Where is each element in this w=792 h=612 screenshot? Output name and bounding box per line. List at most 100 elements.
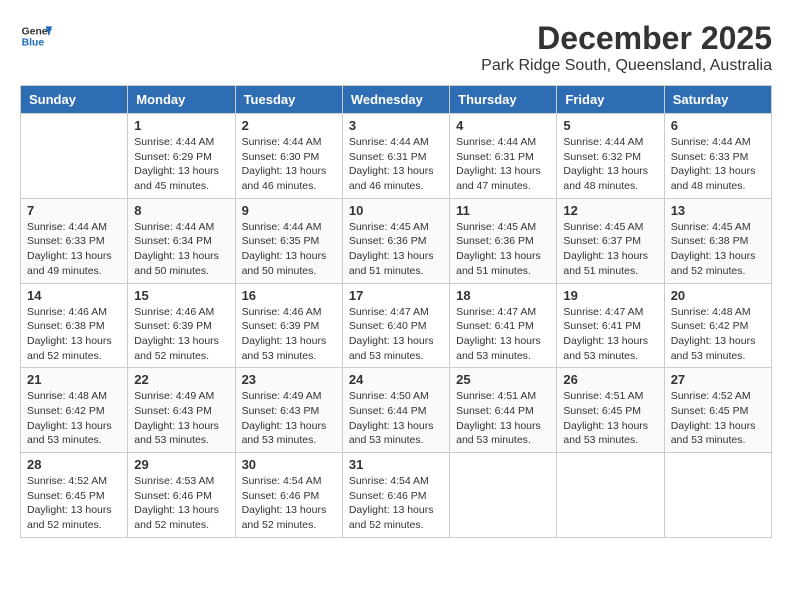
calendar-day-cell: 10 Sunrise: 4:45 AMSunset: 6:36 PMDayligh…	[342, 198, 449, 283]
day-info: Sunrise: 4:51 AMSunset: 6:44 PMDaylight:…	[456, 389, 550, 448]
day-info: Sunrise: 4:44 AMSunset: 6:32 PMDaylight:…	[563, 135, 657, 194]
day-number: 5	[563, 118, 657, 133]
calendar-day-cell: 18Sunrise: 4:47 AMSunset: 6:41 PMDayligh…	[450, 283, 557, 368]
calendar-day-cell: 8 Sunrise: 4:44 AMSunset: 6:34 PMDaylight…	[128, 198, 235, 283]
day-of-week-header: Thursday	[450, 86, 557, 114]
day-number: 22	[134, 372, 228, 387]
calendar-day-cell: 21 Sunrise: 4:48 AMSunset: 6:42 PMDayligh…	[21, 368, 128, 453]
day-number: 13	[671, 203, 765, 218]
day-info: Sunrise: 4:53 AMSunset: 6:46 PMDaylight:…	[134, 474, 228, 533]
calendar-day-cell	[450, 453, 557, 538]
day-info: Sunrise: 4:45 AMSunset: 6:36 PMDaylight:…	[349, 220, 443, 279]
calendar-day-cell: 4 Sunrise: 4:44 AMSunset: 6:31 PMDaylight…	[450, 114, 557, 199]
day-number: 23	[242, 372, 336, 387]
calendar-week-row: 1Sunrise: 4:44 AMSunset: 6:29 PMDaylight…	[21, 114, 772, 199]
day-info: Sunrise: 4:50 AMSunset: 6:44 PMDaylight:…	[349, 389, 443, 448]
day-number: 26	[563, 372, 657, 387]
title-section: December 2025 Park Ridge South, Queensla…	[481, 20, 772, 75]
calendar-day-cell: 25 Sunrise: 4:51 AMSunset: 6:44 PMDayligh…	[450, 368, 557, 453]
calendar-day-cell: 16 Sunrise: 4:46 AMSunset: 6:39 PMDayligh…	[235, 283, 342, 368]
day-info: Sunrise: 4:44 AMSunset: 6:30 PMDaylight:…	[242, 135, 336, 194]
calendar-day-cell	[557, 453, 664, 538]
day-of-week-header: Tuesday	[235, 86, 342, 114]
calendar-day-cell: 30Sunrise: 4:54 AMSunset: 6:46 PMDayligh…	[235, 453, 342, 538]
day-of-week-header: Wednesday	[342, 86, 449, 114]
day-number: 19	[563, 288, 657, 303]
day-number: 29	[134, 457, 228, 472]
calendar-day-cell: 11Sunrise: 4:45 AMSunset: 6:36 PMDayligh…	[450, 198, 557, 283]
calendar-week-row: 7 Sunrise: 4:44 AMSunset: 6:33 PMDaylight…	[21, 198, 772, 283]
day-of-week-header: Sunday	[21, 86, 128, 114]
day-info: Sunrise: 4:48 AMSunset: 6:42 PMDaylight:…	[27, 389, 121, 448]
day-number: 30	[242, 457, 336, 472]
day-of-week-header: Friday	[557, 86, 664, 114]
day-number: 21	[27, 372, 121, 387]
day-info: Sunrise: 4:52 AMSunset: 6:45 PMDaylight:…	[27, 474, 121, 533]
day-info: Sunrise: 4:44 AMSunset: 6:31 PMDaylight:…	[349, 135, 443, 194]
day-number: 6	[671, 118, 765, 133]
day-of-week-header: Monday	[128, 86, 235, 114]
day-number: 8	[134, 203, 228, 218]
calendar-day-cell	[664, 453, 771, 538]
calendar-day-cell: 24 Sunrise: 4:50 AMSunset: 6:44 PMDayligh…	[342, 368, 449, 453]
day-info: Sunrise: 4:44 AMSunset: 6:33 PMDaylight:…	[671, 135, 765, 194]
day-info: Sunrise: 4:44 AMSunset: 6:33 PMDaylight:…	[27, 220, 121, 279]
day-number: 25	[456, 372, 550, 387]
calendar-day-cell	[21, 114, 128, 199]
day-number: 31	[349, 457, 443, 472]
calendar-day-cell: 14 Sunrise: 4:46 AMSunset: 6:38 PMDayligh…	[21, 283, 128, 368]
day-info: Sunrise: 4:46 AMSunset: 6:39 PMDaylight:…	[242, 305, 336, 364]
day-info: Sunrise: 4:52 AMSunset: 6:45 PMDaylight:…	[671, 389, 765, 448]
calendar-day-cell: 12 Sunrise: 4:45 AMSunset: 6:37 PMDayligh…	[557, 198, 664, 283]
calendar-day-cell: 3 Sunrise: 4:44 AMSunset: 6:31 PMDaylight…	[342, 114, 449, 199]
calendar-day-cell: 26Sunrise: 4:51 AMSunset: 6:45 PMDayligh…	[557, 368, 664, 453]
day-number: 14	[27, 288, 121, 303]
day-info: Sunrise: 4:44 AMSunset: 6:31 PMDaylight:…	[456, 135, 550, 194]
day-number: 28	[27, 457, 121, 472]
day-number: 11	[456, 203, 550, 218]
day-number: 12	[563, 203, 657, 218]
month-title: December 2025	[481, 20, 772, 57]
day-of-week-header: Saturday	[664, 86, 771, 114]
day-info: Sunrise: 4:46 AMSunset: 6:38 PMDaylight:…	[27, 305, 121, 364]
day-number: 17	[349, 288, 443, 303]
calendar-day-cell: 19Sunrise: 4:47 AMSunset: 6:41 PMDayligh…	[557, 283, 664, 368]
calendar-day-cell: 13Sunrise: 4:45 AMSunset: 6:38 PMDayligh…	[664, 198, 771, 283]
calendar-week-row: 21 Sunrise: 4:48 AMSunset: 6:42 PMDayligh…	[21, 368, 772, 453]
day-number: 24	[349, 372, 443, 387]
calendar-day-cell: 20Sunrise: 4:48 AMSunset: 6:42 PMDayligh…	[664, 283, 771, 368]
day-number: 16	[242, 288, 336, 303]
calendar-day-cell: 1Sunrise: 4:44 AMSunset: 6:29 PMDaylight…	[128, 114, 235, 199]
calendar-day-cell: 6 Sunrise: 4:44 AMSunset: 6:33 PMDaylight…	[664, 114, 771, 199]
calendar-day-cell: 7 Sunrise: 4:44 AMSunset: 6:33 PMDaylight…	[21, 198, 128, 283]
day-number: 15	[134, 288, 228, 303]
day-number: 1	[134, 118, 228, 133]
calendar-day-cell: 27Sunrise: 4:52 AMSunset: 6:45 PMDayligh…	[664, 368, 771, 453]
calendar-week-row: 14 Sunrise: 4:46 AMSunset: 6:38 PMDayligh…	[21, 283, 772, 368]
calendar-day-cell: 9Sunrise: 4:44 AMSunset: 6:35 PMDaylight…	[235, 198, 342, 283]
location-title: Park Ridge South, Queensland, Australia	[481, 57, 772, 75]
day-info: Sunrise: 4:46 AMSunset: 6:39 PMDaylight:…	[134, 305, 228, 364]
calendar-day-cell: 2 Sunrise: 4:44 AMSunset: 6:30 PMDaylight…	[235, 114, 342, 199]
calendar-day-cell: 5 Sunrise: 4:44 AMSunset: 6:32 PMDaylight…	[557, 114, 664, 199]
logo-icon: General Blue	[20, 20, 52, 52]
day-number: 2	[242, 118, 336, 133]
day-info: Sunrise: 4:54 AMSunset: 6:46 PMDaylight:…	[349, 474, 443, 533]
page-header: General Blue December 2025 Park Ridge So…	[20, 20, 772, 75]
day-number: 7	[27, 203, 121, 218]
calendar-header-row: SundayMondayTuesdayWednesdayThursdayFrid…	[21, 86, 772, 114]
calendar-day-cell: 15 Sunrise: 4:46 AMSunset: 6:39 PMDayligh…	[128, 283, 235, 368]
day-info: Sunrise: 4:49 AMSunset: 6:43 PMDaylight:…	[134, 389, 228, 448]
calendar-day-cell: 28 Sunrise: 4:52 AMSunset: 6:45 PMDayligh…	[21, 453, 128, 538]
day-info: Sunrise: 4:44 AMSunset: 6:34 PMDaylight:…	[134, 220, 228, 279]
calendar-day-cell: 22 Sunrise: 4:49 AMSunset: 6:43 PMDayligh…	[128, 368, 235, 453]
day-info: Sunrise: 4:47 AMSunset: 6:41 PMDaylight:…	[456, 305, 550, 364]
day-number: 3	[349, 118, 443, 133]
day-number: 9	[242, 203, 336, 218]
calendar-day-cell: 31 Sunrise: 4:54 AMSunset: 6:46 PMDayligh…	[342, 453, 449, 538]
day-number: 4	[456, 118, 550, 133]
day-info: Sunrise: 4:48 AMSunset: 6:42 PMDaylight:…	[671, 305, 765, 364]
calendar-week-row: 28 Sunrise: 4:52 AMSunset: 6:45 PMDayligh…	[21, 453, 772, 538]
day-number: 10	[349, 203, 443, 218]
day-info: Sunrise: 4:45 AMSunset: 6:37 PMDaylight:…	[563, 220, 657, 279]
